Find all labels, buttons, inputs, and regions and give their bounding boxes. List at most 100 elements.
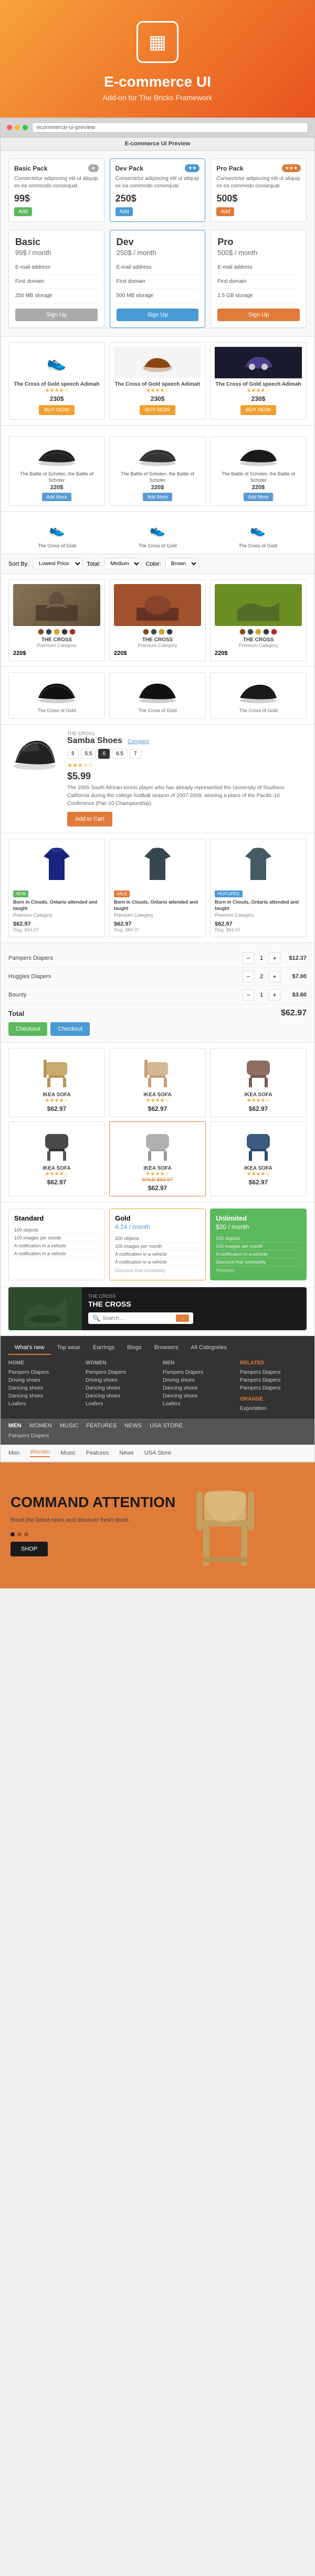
pack-pro-add-button[interactable]: Add [216,207,234,216]
color-select[interactable]: Brown Black White [165,558,198,569]
mega-home-link-5[interactable]: Loafers [8,1400,75,1408]
pack-basic-header: Basic Pack ★ [14,164,99,172]
checkout-alt-button[interactable]: Checkout [50,1022,89,1036]
bottom-nav-features[interactable]: FEATURES [86,1423,117,1429]
swatch-product-2-price: 220$ [114,650,127,656]
total-select[interactable]: Medium Small Large [104,558,141,569]
gender-nav-music[interactable]: Music [60,1450,76,1456]
chair-3-image [215,1053,302,1089]
cta-dot-1[interactable] [10,1532,15,1536]
gender-nav-women[interactable]: Women [30,1449,50,1457]
mega-home-link-4[interactable]: Dancing shoes [8,1392,75,1400]
gender-nav-news[interactable]: News [119,1450,134,1456]
plan-dev-signup-button[interactable]: Sign Up [117,309,199,321]
swatch-teal-2[interactable] [151,629,157,635]
size-6-5-button[interactable]: 6.5 [112,749,128,759]
swatch-brown-3[interactable] [239,629,246,635]
checkout-button[interactable]: Checkout [8,1022,47,1036]
cart-item-1-increase-button[interactable]: + [269,952,280,964]
maximize-dot[interactable] [23,125,28,130]
mega-men-link-5[interactable]: Loafers [163,1400,229,1408]
gender-nav-usa-store[interactable]: USA Store [144,1450,171,1456]
mega-related-link-1[interactable]: Pampers Diapers [240,1369,307,1376]
cart-item-2-increase-button[interactable]: + [269,971,280,982]
sort-select[interactable]: Lowest Price Highest Price Newest [33,558,82,569]
bottom-nav-sub-link[interactable]: Pampers Diapers [8,1432,307,1440]
close-dot[interactable] [7,125,12,130]
tier-gold-f1: 100 objects [115,1235,200,1243]
cart-item-1-decrease-button[interactable]: − [243,952,254,964]
pack-basic-add-button[interactable]: Add [14,207,32,216]
gender-nav-men[interactable]: Men [8,1450,19,1456]
mega-home-link-2[interactable]: Driving shoes [8,1376,75,1384]
add-to-cart-button[interactable]: Add to Cart [67,812,112,826]
product-compare-link[interactable]: Compare [128,739,149,745]
browser-url-bar[interactable]: ecommerce-ui-preview [32,122,308,133]
plan-basic-signup-button[interactable]: Sign Up [15,309,98,321]
swatch-red[interactable] [69,629,76,635]
mega-tab-earrings[interactable]: Earrings [87,1341,121,1355]
pack-basic-desc: Consectetur adipiscing elit ut aliquip e… [14,175,99,190]
mega-tab-whats-new[interactable]: What's new [8,1341,51,1355]
small-product-2: 👟 The Cross of Gold [109,517,206,548]
shoe-2-button[interactable]: Add More [143,493,172,501]
mega-related-link-2[interactable]: Pampers Diapers [240,1376,307,1384]
size-5-5-button[interactable]: 5.5 [81,749,97,759]
featured-product-1-buy-button[interactable]: BUY NOW [39,405,75,415]
mega-tab-all-categories[interactable]: All Categories [185,1341,233,1355]
swatch-gold-2[interactable] [159,629,165,635]
swatch-dark-2[interactable] [166,629,173,635]
featured-product-3-buy-button[interactable]: BUY NOW [240,405,276,415]
mega-women-link-2[interactable]: Driving shoes [86,1376,152,1384]
mega-orange-link-1[interactable]: Exportation [240,1405,307,1413]
pack-dev-add-button[interactable]: Add [116,207,133,216]
mega-home-link-3[interactable]: Dancing shoes [8,1384,75,1392]
size-7-button[interactable]: 7 [130,749,141,759]
swatch-dark-3[interactable] [263,629,269,635]
shoe-1-button[interactable]: Add More [42,493,71,501]
cta-dot-3[interactable] [24,1532,28,1536]
bottom-nav-music[interactable]: MUSIC [60,1423,78,1429]
swatch-teal-3[interactable] [247,629,254,635]
mega-tab-browsers[interactable]: Browsers [148,1341,185,1355]
gender-nav-features[interactable]: Features [86,1450,109,1456]
bottom-nav-women[interactable]: WOMEN [29,1423,51,1429]
mega-women-link-1[interactable]: Pampers Diapers [86,1369,152,1376]
mega-home-link-1[interactable]: Pampers Diapers [8,1369,75,1376]
swatch-brown[interactable] [38,629,44,635]
bottom-nav-usa-store[interactable]: USA STORE [150,1423,183,1429]
mega-men-link-2[interactable]: Driving shoes [163,1376,229,1384]
cart-item-3-increase-button[interactable]: + [269,989,280,1001]
mega-men-link-1[interactable]: Pampers Diapers [163,1369,229,1376]
minimize-dot[interactable] [15,125,20,130]
swatch-brown-2[interactable] [143,629,149,635]
mega-men-link-3[interactable]: Dancing shoes [163,1384,229,1392]
pack-pro-btn-row: Add [216,207,301,216]
swatch-gold-3[interactable] [255,629,261,635]
swatch-red-3[interactable] [271,629,277,635]
bottom-nav-news[interactable]: NEWS [124,1423,142,1429]
size-5-button[interactable]: 5 [67,749,79,759]
size-6-button[interactable]: 6 [98,749,110,759]
cta-dot-2[interactable] [17,1532,22,1536]
mega-men-link-4[interactable]: Dancing shoes [163,1392,229,1400]
cta-shop-button[interactable]: SHOP [10,1542,48,1556]
dark-banner-search-button[interactable]: → [176,1314,189,1322]
featured-product-1-image: 👟 [13,347,100,378]
cart-item-2-decrease-button[interactable]: − [243,971,254,982]
mega-tab-top-wear[interactable]: Top wear [51,1341,87,1355]
mega-women-link-3[interactable]: Dancing shoes [86,1384,152,1392]
swatch-dark[interactable] [61,629,68,635]
swatch-teal[interactable] [46,629,52,635]
shoe-3-button[interactable]: Add More [244,493,272,501]
mega-women-link-4[interactable]: Dancing shoes [86,1392,152,1400]
swatch-gold[interactable] [54,629,60,635]
dark-banner-search-input[interactable] [102,1316,176,1321]
cart-item-3-decrease-button[interactable]: − [243,989,254,1001]
plan-pro-signup-button[interactable]: Sign Up [217,309,300,321]
bottom-nav-men[interactable]: MEN [8,1423,21,1429]
mega-women-link-5[interactable]: Loafers [86,1400,152,1408]
mega-related-link-3[interactable]: Pampers Diapers [240,1384,307,1392]
featured-product-2-buy-button[interactable]: BUY NOW [140,405,175,415]
mega-tab-blogs[interactable]: Blogs [121,1341,148,1355]
